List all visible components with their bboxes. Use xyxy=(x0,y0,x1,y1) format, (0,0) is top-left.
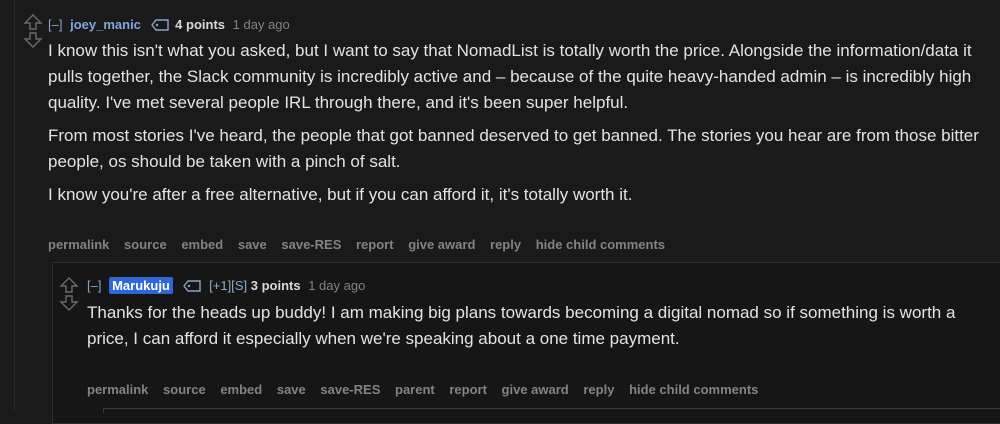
collapse-toggle[interactable]: [–] xyxy=(48,17,62,32)
author-link[interactable]: Marukuju xyxy=(109,277,173,294)
comment-tagline: [–] joey_manic 4 points 1 day ago xyxy=(48,17,290,32)
score: 3 points xyxy=(250,278,301,293)
comment-paragraph: Thanks for the heads up buddy! I am maki… xyxy=(87,303,956,348)
reply-link[interactable]: reply xyxy=(490,237,521,252)
source-link[interactable]: source xyxy=(163,382,206,397)
comment-paragraph: From most stories I've heard, the people… xyxy=(48,126,979,171)
downvote-arrow-icon[interactable] xyxy=(23,32,43,48)
user-tag-icon[interactable] xyxy=(182,280,201,292)
comment-joey-manic: [–] joey_manic 4 points 1 day ago I know… xyxy=(14,0,1000,424)
permalink-link[interactable]: permalink xyxy=(87,382,148,397)
flair-suffix: ] xyxy=(243,278,248,293)
comment-body: Thanks for the heads up buddy! I am maki… xyxy=(87,300,967,359)
permalink-link[interactable]: permalink xyxy=(48,237,109,252)
collapse-toggle[interactable]: [–] xyxy=(87,278,101,293)
user-flair: [+1][S] xyxy=(209,278,247,293)
vote-column xyxy=(23,14,43,50)
save-link[interactable]: save xyxy=(277,382,306,397)
user-tag-icon[interactable] xyxy=(150,19,169,31)
upvote-arrow-icon[interactable] xyxy=(23,14,43,30)
comment-paragraph: I know you're after a free alternative, … xyxy=(48,185,633,204)
vote-column xyxy=(59,277,79,313)
nested-comment-edge xyxy=(103,408,1000,413)
embed-link[interactable]: embed xyxy=(181,237,223,252)
score: 4 points xyxy=(175,17,226,32)
author-link[interactable]: joey_manic xyxy=(70,17,141,32)
save-res-link[interactable]: save-RES xyxy=(281,237,341,252)
hide-child-comments-link[interactable]: hide child comments xyxy=(629,382,758,397)
comment-actions: permalink source embed save save-RES rep… xyxy=(48,237,676,252)
comment-actions: permalink source embed save save-RES par… xyxy=(87,382,769,397)
comment-body: I know this isn't what you asked, but I … xyxy=(48,38,988,215)
comment-tagline: [–] Marukuju [+1][S] 3 points 1 day ago xyxy=(87,277,366,294)
comment-marukuju: [–] Marukuju [+1][S] 3 points 1 day ago … xyxy=(52,262,1000,424)
parent-link[interactable]: parent xyxy=(395,382,435,397)
source-link[interactable]: source xyxy=(124,237,167,252)
save-link[interactable]: save xyxy=(238,237,267,252)
flair-prefix: [+1][ xyxy=(209,278,235,293)
downvote-arrow-icon[interactable] xyxy=(59,295,79,311)
report-link[interactable]: report xyxy=(356,237,394,252)
reply-link[interactable]: reply xyxy=(583,382,614,397)
embed-link[interactable]: embed xyxy=(220,382,262,397)
give-award-link[interactable]: give award xyxy=(408,237,475,252)
report-link[interactable]: report xyxy=(449,382,487,397)
hide-child-comments-link[interactable]: hide child comments xyxy=(536,237,665,252)
upvote-arrow-icon[interactable] xyxy=(59,277,79,293)
timestamp: 1 day ago xyxy=(308,278,366,293)
give-award-link[interactable]: give award xyxy=(502,382,569,397)
save-res-link[interactable]: save-RES xyxy=(320,382,380,397)
timestamp: 1 day ago xyxy=(232,17,290,32)
comment-paragraph: I know this isn't what you asked, but I … xyxy=(48,41,972,112)
